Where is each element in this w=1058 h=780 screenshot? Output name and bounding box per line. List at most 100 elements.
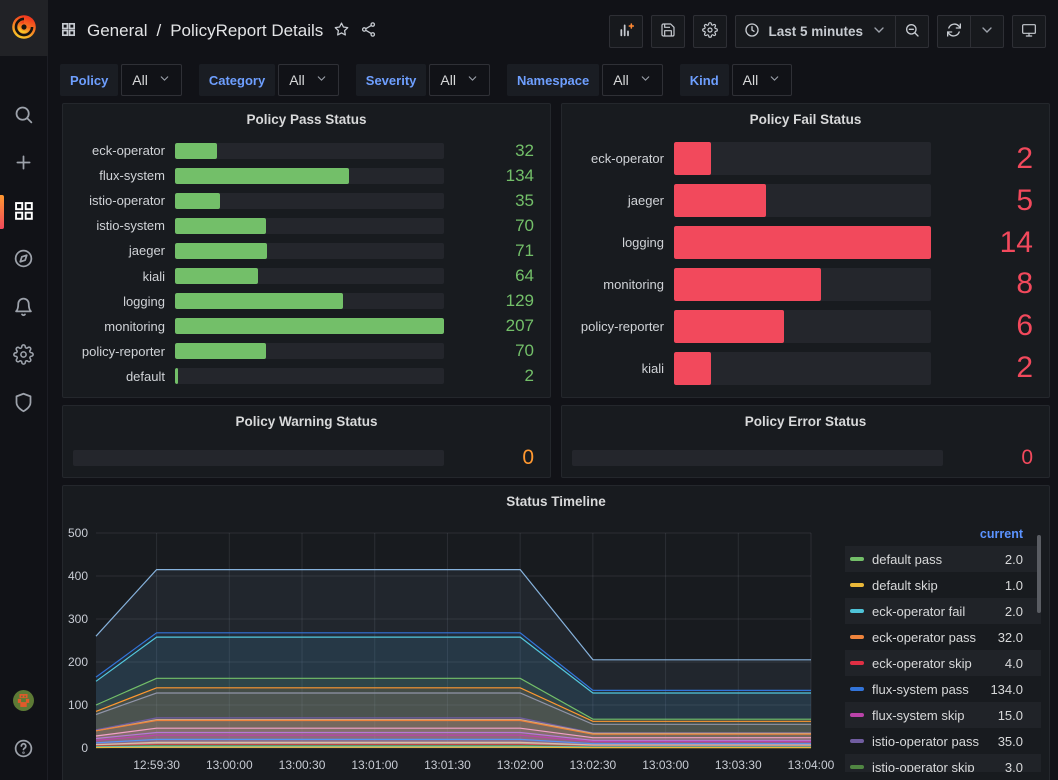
sidebar-item-configuration[interactable] xyxy=(0,332,48,380)
add-panel-button[interactable] xyxy=(609,15,643,48)
bar-row-label: eck-operator xyxy=(572,151,664,166)
filter-variable-label[interactable]: Policy xyxy=(60,64,118,96)
x-axis-tick-label: 13:03:30 xyxy=(715,758,762,772)
filter-value-dropdown[interactable]: All xyxy=(429,64,490,96)
sidebar-item-profile[interactable] xyxy=(0,678,48,726)
legend-series-label[interactable]: eck-operator skip xyxy=(872,656,997,671)
x-axis-tick-label: 12:59:30 xyxy=(133,758,180,772)
filter-value-dropdown[interactable]: All xyxy=(602,64,663,96)
sidebar-item-dashboards[interactable] xyxy=(0,188,48,236)
chevron-down-icon xyxy=(979,22,995,41)
sidebar-item-explore[interactable] xyxy=(0,236,48,284)
x-axis-tick-label: 13:00:30 xyxy=(279,758,326,772)
filter-value-dropdown[interactable]: All xyxy=(121,64,182,96)
legend-series-label[interactable]: eck-operator pass xyxy=(872,630,990,645)
legend-series-current-value[interactable]: 2.0 xyxy=(1005,604,1023,619)
sidebar-item-server-admin[interactable] xyxy=(0,380,48,428)
legend-series-current-value[interactable]: 3.0 xyxy=(1005,760,1023,773)
zoom-out-time-button[interactable] xyxy=(895,15,929,48)
bar-track xyxy=(175,193,444,209)
share-dashboard-button[interactable] xyxy=(360,21,377,41)
legend-series-current-value[interactable]: 134.0 xyxy=(990,682,1023,697)
refresh-button[interactable] xyxy=(937,15,970,48)
bar-row-label: jaeger xyxy=(572,193,664,208)
legend-series-current-value[interactable]: 15.0 xyxy=(998,708,1023,723)
bar-row-value: 70 xyxy=(454,341,538,361)
bar-gauge: eck-operator2jaeger5logging14monitoring8… xyxy=(572,138,1037,389)
filter-selected-value: All xyxy=(289,72,305,88)
filter-severity: SeverityAll xyxy=(356,64,490,96)
y-axis-tick-label: 500 xyxy=(68,526,88,540)
bar-gauge-row: eck-operator2 xyxy=(572,142,1037,176)
legend-series-label[interactable]: flux-system skip xyxy=(872,708,990,723)
x-axis-tick-label: 13:04:00 xyxy=(788,758,835,772)
legend-scrollbar-thumb[interactable] xyxy=(1037,535,1041,613)
legend-series-current-value[interactable]: 2.0 xyxy=(1005,552,1023,567)
legend-series-label[interactable]: istio-operator skip xyxy=(872,760,997,773)
legend-series-label[interactable]: default pass xyxy=(872,552,997,567)
app-root: General / PolicyReport Details xyxy=(0,0,1058,780)
cycle-view-mode-button[interactable] xyxy=(1012,15,1046,48)
filter-variable-label[interactable]: Category xyxy=(199,64,275,96)
panel-title[interactable]: Policy Pass Status xyxy=(63,104,550,127)
filter-value-dropdown[interactable]: All xyxy=(278,64,339,96)
save-dashboard-button[interactable] xyxy=(651,15,685,48)
sidebar-item-home[interactable] xyxy=(0,0,48,56)
bar-gauge-row: policy-reporter6 xyxy=(572,309,1037,343)
filter-variable-label[interactable]: Severity xyxy=(356,64,427,96)
legend-series-swatch xyxy=(850,609,864,613)
legend-series-current-value[interactable]: 4.0 xyxy=(1005,656,1023,671)
panel-title[interactable]: Policy Error Status xyxy=(562,406,1049,429)
legend-series-current-value[interactable]: 32.0 xyxy=(998,630,1023,645)
legend-item: istio-operator pass 35.0 xyxy=(845,728,1041,754)
bar-track xyxy=(175,343,444,359)
bar-gauge-row: default2 xyxy=(73,366,538,386)
legend-series-swatch xyxy=(850,765,864,769)
sidebar-item-create[interactable] xyxy=(0,140,48,188)
bar-row-label: istio-system xyxy=(73,218,165,233)
dashboards-grid-icon xyxy=(13,200,34,224)
star-dashboard-button[interactable] xyxy=(333,21,350,41)
bar-track xyxy=(674,352,931,385)
sidebar-item-alerting[interactable] xyxy=(0,284,48,332)
dashboard-picker-button[interactable] xyxy=(60,21,77,41)
legend-series-current-value[interactable]: 1.0 xyxy=(1005,578,1023,593)
refresh-interval-dropdown[interactable] xyxy=(970,15,1004,48)
breadcrumb-section[interactable]: General xyxy=(87,21,147,41)
filter-variable-label[interactable]: Namespace xyxy=(507,64,599,96)
filter-selected-value: All xyxy=(132,72,148,88)
legend-series-label[interactable]: istio-operator pass xyxy=(872,734,990,749)
x-axis-tick-label: 13:01:30 xyxy=(424,758,471,772)
x-axis-tick-label: 13:02:00 xyxy=(497,758,544,772)
panel-title[interactable]: Policy Warning Status xyxy=(63,406,550,429)
filter-value-dropdown[interactable]: All xyxy=(732,64,793,96)
time-range-picker[interactable]: Last 5 minutes xyxy=(735,15,895,48)
add-panel-icon xyxy=(618,22,634,41)
bar-fill xyxy=(175,268,258,284)
bar-row-label: logging xyxy=(572,235,664,250)
bar-track xyxy=(175,368,444,384)
bar-gauge-row: flux-system134 xyxy=(73,166,538,186)
zoom-out-icon xyxy=(904,22,920,41)
x-axis-tick-label: 13:01:00 xyxy=(351,758,398,772)
dashboard-panels: Policy Pass Status eck-operator32flux-sy… xyxy=(48,96,1058,780)
legend-item: default pass 2.0 xyxy=(845,546,1041,572)
legend-series-current-value[interactable]: 35.0 xyxy=(998,734,1023,749)
sidebar-item-search[interactable] xyxy=(0,92,48,140)
sidebar-item-help[interactable] xyxy=(0,726,48,774)
panel-title[interactable]: Policy Fail Status xyxy=(562,104,1049,127)
bar-track xyxy=(674,184,931,217)
plus-icon xyxy=(13,152,34,176)
legend-series-swatch xyxy=(850,635,864,639)
legend-series-label[interactable]: flux-system pass xyxy=(872,682,982,697)
bar-gauge-row: kiali64 xyxy=(73,266,538,286)
apps-grid-icon xyxy=(60,21,77,41)
legend-series-label[interactable]: default skip xyxy=(872,578,997,593)
legend-calc-header[interactable]: current xyxy=(845,522,1041,546)
legend-item: istio-operator skip 3.0 xyxy=(845,754,1041,772)
legend-series-label[interactable]: eck-operator fail xyxy=(872,604,997,619)
filter-variable-label[interactable]: Kind xyxy=(680,64,729,96)
panel-title[interactable]: Status Timeline xyxy=(63,486,1049,509)
dashboard-settings-button[interactable] xyxy=(693,15,727,48)
bar-row-value: 70 xyxy=(454,216,538,236)
